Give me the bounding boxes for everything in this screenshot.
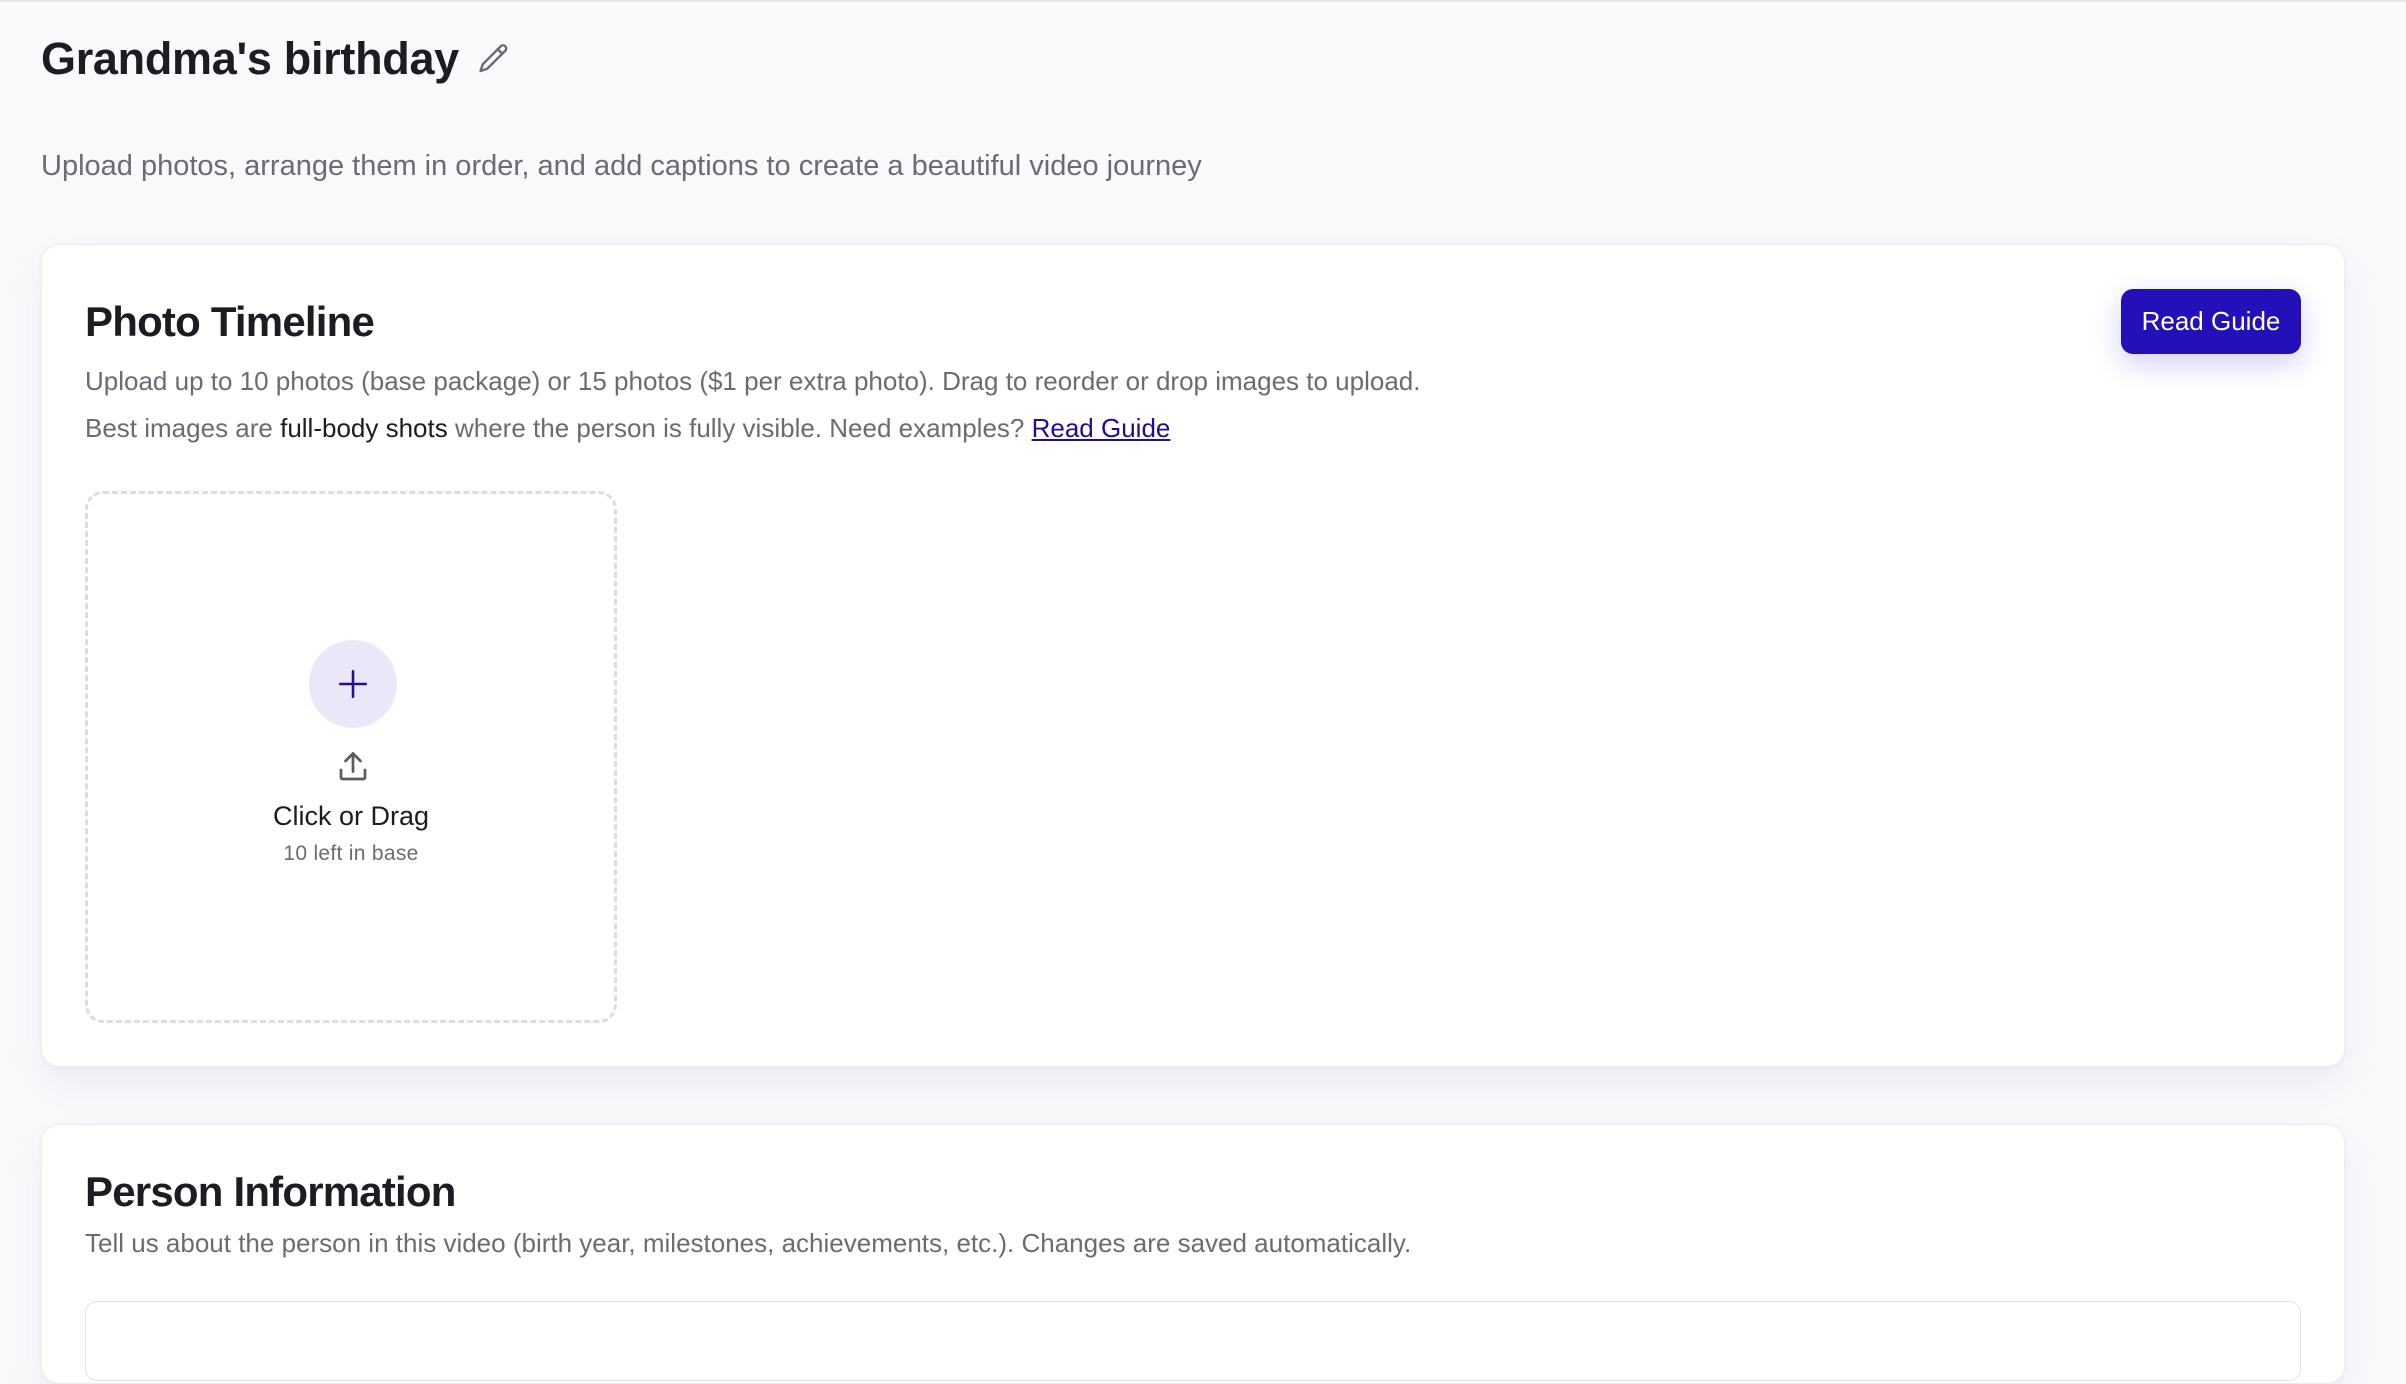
person-information-card: Person Information Tell us about the per… [41,1124,2345,1384]
photo-timeline-heading: Photo Timeline [85,298,375,345]
person-information-input[interactable] [85,1301,2301,1381]
person-information-description: Tell us about the person in this video (… [85,1228,1412,1258]
title-row: Grandma's birthday [41,32,513,86]
tip-prefix: Best images are [85,413,281,443]
photo-timeline-card: Photo Timeline Read Guide Upload up to 1… [41,244,2345,1067]
tip-suffix: where the person is fully visible. Need … [447,413,1032,443]
photo-timeline-description: Upload up to 10 photos (base package) or… [85,366,1421,396]
add-photo-button[interactable] [309,640,397,728]
upload-icon [339,752,367,781]
page-subtitle: Upload photos, arrange them in order, an… [41,150,1202,182]
page-title: Grandma's birthday [41,33,459,84]
upload-remaining-count: 10 left in base [283,842,419,865]
read-guide-link[interactable]: Read Guide [1032,413,1171,443]
person-information-heading: Person Information [85,1168,456,1215]
plus-icon [338,669,368,699]
upload-label: Click or Drag [272,801,430,831]
photo-upload-dropzone[interactable]: Click or Drag 10 left in base [85,491,617,1023]
tip-emphasis: full-body shots [280,413,448,443]
top-divider [0,0,2406,2]
pencil-icon[interactable] [475,40,513,78]
read-guide-button[interactable]: Read Guide [2121,289,2301,354]
photo-timeline-tip: Best images are full-body shots where th… [85,410,1170,446]
